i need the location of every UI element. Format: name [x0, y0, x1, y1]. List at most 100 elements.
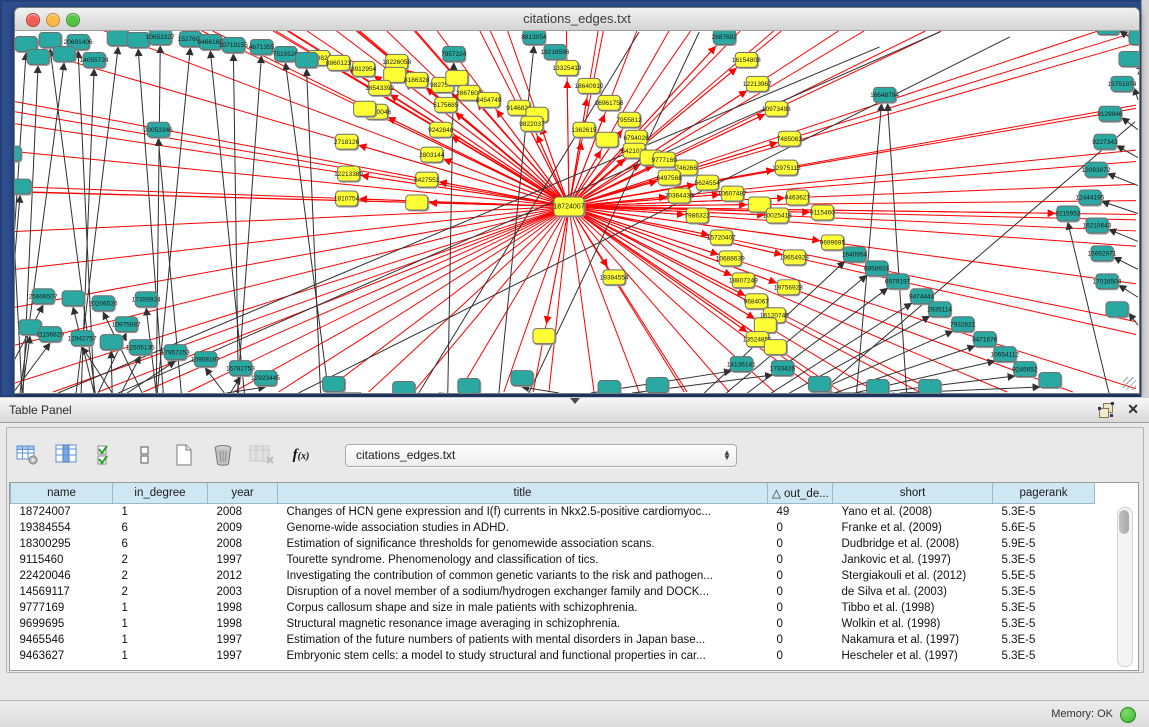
graph-node[interactable] — [62, 291, 84, 306]
graph-node[interactable] — [27, 49, 49, 64]
graph-node-label: 8186328 — [404, 77, 430, 84]
graph-node[interactable] — [15, 179, 31, 194]
graph-node[interactable] — [596, 132, 618, 147]
delete-table-button[interactable] — [210, 442, 236, 468]
graph-node[interactable] — [764, 340, 786, 355]
table-rows-button[interactable] — [132, 442, 158, 468]
table-row[interactable]: 2242004622012Investigating the contribut… — [11, 568, 1095, 584]
network-window-titlebar[interactable]: citations_edges.txt — [15, 8, 1139, 31]
graph-node-label: 8912954 — [351, 66, 377, 73]
graph-node[interactable] — [646, 378, 668, 393]
graph-node[interactable] — [458, 379, 480, 393]
graph-node-label: 16648794 — [870, 92, 899, 99]
graph-node-label: 10973493 — [762, 106, 791, 113]
graph-node[interactable] — [1097, 31, 1119, 34]
graph-node[interactable] — [1106, 302, 1128, 317]
graph-node-label: 19756928 — [774, 284, 803, 291]
node-table[interactable]: namein_degreeyeartitle△ out_de...shortpa… — [10, 483, 1095, 664]
graph-node-label: 12213967 — [743, 81, 772, 88]
graph-node[interactable] — [867, 380, 889, 393]
window-resize-grip[interactable] — [1123, 377, 1136, 390]
graph-node[interactable] — [107, 31, 129, 45]
graph-node-label: 1733426 — [770, 365, 796, 372]
graph-node-label: 7515526 — [273, 51, 299, 58]
close-panel-icon[interactable]: ✕ — [1127, 401, 1139, 418]
graph-node[interactable] — [1129, 31, 1139, 44]
graph-node[interactable] — [1119, 51, 1139, 66]
graph-node-label: 5175685 — [433, 102, 459, 109]
graph-node[interactable] — [511, 371, 533, 386]
table-settings-button[interactable] — [15, 442, 41, 468]
column-header-title[interactable]: title — [278, 483, 768, 504]
table-row[interactable]: 946554611997Estimation of the future num… — [11, 632, 1095, 648]
graph-node[interactable] — [53, 46, 75, 61]
float-window-icon[interactable] — [1099, 403, 1113, 417]
scrollbar-thumb[interactable] — [1119, 510, 1129, 534]
graph-node[interactable] — [808, 377, 830, 392]
graph-node-label: 15720407 — [707, 235, 736, 242]
graph-node[interactable] — [754, 318, 776, 333]
column-header-in-degree[interactable]: in_degree — [113, 483, 208, 504]
column-header-year[interactable]: year — [208, 483, 278, 504]
new-table-button[interactable] — [171, 442, 197, 468]
table-row[interactable]: 1456911722003Disruption of a novel membe… — [11, 584, 1095, 600]
graph-node[interactable] — [39, 32, 61, 47]
graph-node-label: 12975115 — [772, 165, 801, 172]
column-header-short[interactable]: short — [833, 483, 993, 504]
graph-node-label: 20691406 — [64, 39, 93, 46]
graph-node[interactable] — [323, 377, 345, 392]
graph-node[interactable] — [1039, 373, 1061, 388]
graph-node-label: 6979197 — [885, 279, 911, 286]
graph-node-label: 10958187 — [191, 356, 220, 363]
graph-node[interactable] — [598, 381, 620, 393]
memory-status-indicator-icon[interactable] — [1120, 707, 1136, 723]
graph-node-label: 16961758 — [595, 100, 624, 107]
graph-node[interactable] — [919, 380, 941, 393]
graph-node[interactable] — [15, 146, 21, 161]
column-visibility-button[interactable] — [54, 442, 80, 468]
graph-node-label: 10653327 — [146, 34, 175, 41]
table-row[interactable]: 1938455462009Genome-wide association stu… — [11, 520, 1095, 536]
table-row[interactable]: 977716911998Corpus callosum shape and si… — [11, 600, 1095, 616]
select-rows-button[interactable] — [93, 442, 119, 468]
graph-node[interactable] — [100, 335, 122, 350]
graph-node-label: 19654923 — [780, 255, 809, 262]
column-header-pagerank[interactable]: pagerank — [993, 483, 1095, 504]
graph-node[interactable] — [446, 70, 468, 85]
graph-node-label: 17957253 — [161, 349, 190, 356]
graph-node-label: 18724007 — [553, 204, 584, 211]
function-builder-button[interactable]: f(x) — [288, 442, 314, 468]
column-header-name[interactable]: name — [11, 483, 113, 504]
table-panel: Table Panel ✕ — [0, 397, 1149, 700]
graph-node-label: 9245652 — [1012, 366, 1038, 373]
table-panel-content: f(x) citations_edges.txt ▲▼ namein_degre… — [6, 427, 1144, 673]
graph-node-label: 8860123 — [326, 60, 352, 67]
graph-node[interactable] — [406, 195, 428, 210]
graph-node-label: 18640910 — [575, 83, 604, 90]
graph-node-label: 1810754 — [334, 196, 360, 203]
table-row[interactable]: 911546021997Tourette syndrome. Phenomeno… — [11, 552, 1095, 568]
table-row[interactable]: 969969511998Structural magnetic resonanc… — [11, 616, 1095, 632]
graph-node-label: 20053346 — [144, 127, 173, 134]
graph-node-label: 8958924 — [864, 266, 890, 273]
graph-node[interactable] — [533, 329, 555, 344]
table-scrollbar[interactable] — [1117, 507, 1133, 667]
graph-node-label: 20206526 — [89, 300, 118, 307]
column-header-out-de-[interactable]: △ out_de... — [768, 483, 833, 504]
graph-node-label: 7932621 — [950, 321, 976, 328]
graph-node-label: 7485063 — [777, 136, 803, 143]
graph-node-label: 25606507 — [29, 293, 58, 300]
table-selector-dropdown[interactable]: citations_edges.txt ▲▼ — [345, 444, 737, 467]
table-row[interactable]: 1830029562008Estimation of significance … — [11, 536, 1095, 552]
graph-node-label: 7957224 — [441, 51, 467, 58]
graph-node-label: 9129946 — [1097, 111, 1123, 118]
graph-node-label: 7986322 — [685, 213, 711, 220]
dropdown-arrows-icon: ▲▼ — [718, 450, 736, 460]
graph-node[interactable] — [295, 52, 317, 67]
splitter-handle-icon[interactable] — [570, 398, 580, 404]
graph-node[interactable] — [393, 382, 415, 393]
graph-node[interactable] — [354, 101, 376, 116]
network-canvas-area[interactable]: 7663822886012389129541822605818543392818… — [15, 31, 1139, 393]
table-row[interactable]: 946362711997Embryonic stem cells: a mode… — [11, 648, 1095, 664]
table-row[interactable]: 1872400712008Changes of HCN gene express… — [11, 504, 1095, 521]
